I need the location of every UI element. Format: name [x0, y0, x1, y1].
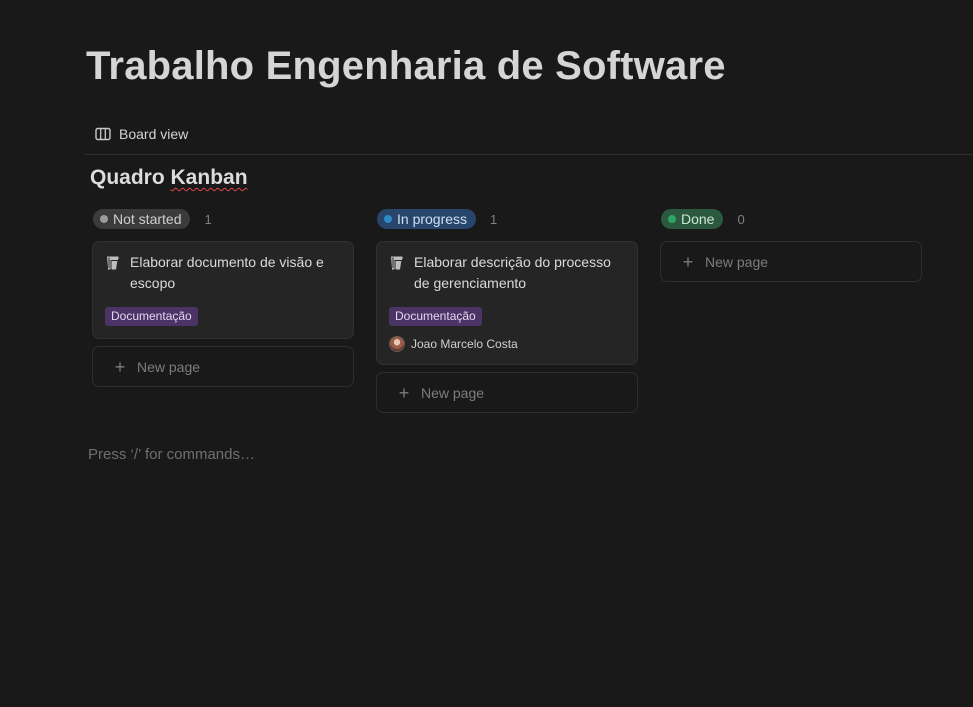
plus-icon: +	[398, 382, 410, 403]
status-dot-icon	[100, 215, 108, 223]
document-icon	[105, 255, 121, 276]
plus-icon: +	[114, 356, 126, 377]
new-page-button[interactable]: + New page	[376, 372, 638, 413]
column-header: Not started 1	[93, 207, 354, 231]
document-icon	[389, 255, 405, 276]
column-count: 1	[204, 211, 212, 227]
board-column-in-progress: In progress 1 Elaborar descrição do proc…	[376, 207, 638, 413]
board-column-done: Done 0 + New page	[660, 207, 922, 282]
status-dot-icon	[668, 215, 676, 223]
new-page-button[interactable]: + New page	[92, 346, 354, 387]
status-label: Done	[681, 211, 715, 227]
status-dot-icon	[384, 215, 392, 223]
editor-placeholder[interactable]: Press ‘/’ for commands…	[88, 446, 255, 463]
board-column-not-started: Not started 1 Elaborar documento de visã…	[92, 207, 354, 387]
database-title[interactable]: Quadro Kanban	[90, 166, 248, 190]
database-title-word-1: Quadro	[90, 166, 171, 189]
new-page-button[interactable]: + New page	[660, 241, 922, 282]
tab-board-view-label: Board view	[119, 126, 189, 142]
column-count: 1	[490, 211, 498, 227]
new-page-label: New page	[137, 358, 201, 375]
avatar	[389, 336, 405, 352]
column-header: Done 0	[661, 207, 922, 231]
card-title: Elaborar descrição do processo de gerenc…	[414, 254, 611, 291]
status-label: Not started	[113, 211, 182, 227]
tab-board-view[interactable]: Board view	[89, 120, 194, 148]
new-page-label: New page	[705, 253, 769, 270]
column-header: In progress 1	[377, 207, 638, 231]
column-count: 0	[737, 211, 745, 227]
tag-documentacao: Documentação	[105, 307, 198, 326]
view-tabs: Board view	[85, 118, 973, 155]
status-badge-done[interactable]: Done	[661, 209, 724, 229]
card-title: Elaborar documento de visão e escopo	[130, 254, 324, 291]
board-view-icon	[95, 127, 111, 141]
new-page-label: New page	[421, 384, 485, 401]
page: Trabalho Engenharia de Software Board vi…	[0, 0, 973, 707]
status-badge-in-progress[interactable]: In progress	[377, 209, 477, 229]
status-label: In progress	[397, 211, 468, 227]
assignee-name: Joao Marcelo Costa	[411, 337, 518, 351]
board-card[interactable]: Elaborar descrição do processo de gerenc…	[376, 241, 638, 365]
database-title-word-2: Kanban	[170, 166, 248, 189]
page-title[interactable]: Trabalho Engenharia de Software	[86, 44, 726, 89]
board-card[interactable]: Elaborar documento de visão e escopo Doc…	[92, 241, 354, 339]
tag-documentacao: Documentação	[389, 307, 482, 326]
plus-icon: +	[682, 251, 694, 272]
card-assignee: Joao Marcelo Costa	[389, 336, 627, 352]
status-badge-not-started[interactable]: Not started	[93, 209, 191, 229]
